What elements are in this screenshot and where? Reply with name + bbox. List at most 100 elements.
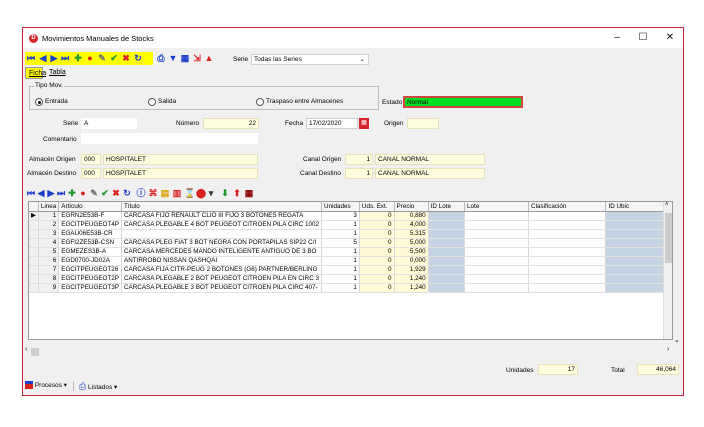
radio-salida[interactable] — [148, 98, 156, 106]
table-row[interactable]: 9 EGCITPEUGEOT3P CARCASA PLEGABLE 3 BOT PE… — [29, 283, 672, 293]
cell-titulo[interactable]: ANTIRROBO NISSAN QASHQAI — [121, 256, 323, 266]
row-indicator[interactable] — [29, 265, 39, 275]
cell-uds-ext[interactable]: 0 — [359, 229, 395, 239]
col-header-linea[interactable]: Linea — [38, 202, 60, 212]
grid-prev-icon[interactable]: ◀ — [36, 188, 46, 198]
cancel-icon[interactable]: ✖ — [121, 53, 131, 63]
cell-titulo[interactable]: CARCASA FIJO RENAULT CLIO III FIJO 3 BOT… — [121, 211, 323, 221]
cell-clasificacion[interactable] — [528, 274, 607, 284]
cell-lote[interactable] — [464, 274, 530, 284]
col-header-titulo[interactable]: Título — [121, 202, 323, 212]
cell-precio[interactable]: 1,929 — [394, 265, 429, 275]
cell-id-ubic[interactable] — [605, 274, 672, 284]
cell-precio[interactable]: 1,240 — [394, 274, 429, 284]
cell-linea[interactable]: 9 — [38, 283, 60, 293]
cell-linea[interactable]: 4 — [38, 238, 60, 248]
grid-next-icon[interactable]: ▶ — [46, 188, 56, 198]
barcode-icon[interactable]: ▤ — [160, 188, 170, 198]
table-row[interactable]: 6 EGD0700-JD02A ANTIRROBO NISSAN QASHQAI 1 0… — [29, 256, 672, 266]
cell-unidades[interactable]: 1 — [321, 229, 360, 239]
cell-lote[interactable] — [464, 247, 530, 257]
row-indicator[interactable] — [29, 247, 39, 257]
grid-refresh-icon[interactable]: ↻ — [122, 188, 132, 198]
lock-icon[interactable]: ▲ — [204, 53, 214, 63]
grid-cancel-icon[interactable]: ✖ — [111, 188, 121, 198]
radio-traspaso[interactable] — [256, 98, 264, 106]
row-indicator[interactable] — [29, 238, 39, 248]
cell-clasificacion[interactable] — [528, 229, 607, 239]
next-record-icon[interactable]: ▶ — [49, 53, 59, 63]
last-record-icon[interactable]: ⏭ — [60, 53, 70, 63]
cell-lote[interactable] — [464, 220, 530, 230]
cell-uds-ext[interactable]: 0 — [359, 265, 395, 275]
cell-titulo[interactable]: CARCASA PLEGABLE 3 BOT PEUGEOT CITROEN P… — [121, 283, 323, 293]
serie-field[interactable]: A — [81, 118, 137, 129]
cell-linea[interactable]: 3 — [38, 229, 60, 239]
cell-uds-ext[interactable]: 0 — [359, 211, 395, 221]
cell-precio[interactable]: 1,240 — [394, 283, 429, 293]
hourglass-icon[interactable]: ⌛ — [184, 188, 195, 198]
cell-lote[interactable] — [464, 229, 530, 239]
col-header-articulo[interactable]: Artículo — [58, 202, 122, 212]
cell-precio[interactable]: 0,000 — [394, 256, 429, 266]
cell-articulo[interactable]: EGMEZES3B-A — [58, 247, 122, 257]
filter-icon[interactable]: ▼ — [168, 53, 178, 63]
delete-record-icon[interactable]: ● — [85, 53, 95, 63]
procesos-button[interactable]: Procesos ▾ — [25, 379, 67, 393]
table-row[interactable]: ▶ 1 EGRN2E53B-F CARCASA FIJO RENAULT CLIO I… — [29, 211, 672, 221]
table-row[interactable]: 3 EGAU06E53B-CR 1 0 5,315 — [29, 229, 672, 239]
cell-linea[interactable]: 7 — [38, 265, 60, 275]
almacen-destino-code[interactable]: 000 — [81, 168, 101, 179]
cell-uds-ext[interactable]: 0 — [359, 274, 395, 284]
scroll-thumb[interactable] — [665, 213, 672, 263]
cell-clasificacion[interactable] — [528, 211, 607, 221]
cell-linea[interactable]: 6 — [38, 256, 60, 266]
cell-articulo[interactable]: EGCITPEUGEOT4P — [58, 220, 122, 230]
cell-id-ubic[interactable] — [605, 229, 672, 239]
cell-linea[interactable]: 8 — [38, 274, 60, 284]
scroll-left-icon[interactable]: ‹ — [25, 346, 27, 353]
cell-id-lote[interactable] — [428, 220, 465, 230]
cell-articulo[interactable]: EGAU06E53B-CR — [58, 229, 122, 239]
grid-confirm-icon[interactable]: ✔ — [100, 188, 110, 198]
cell-titulo[interactable]: CARCASA PLEGABLE 2 BOT PEUGEOT CITROEN P… — [121, 274, 323, 284]
grid-add-icon[interactable]: ✚ — [67, 188, 77, 198]
cell-articulo[interactable]: EGRN2E53B-F — [58, 211, 122, 221]
row-indicator[interactable] — [29, 220, 39, 230]
table-row[interactable]: 7 EGCITPEUGEOT26 CARCASA FIJA CITR-PEUG 2 … — [29, 265, 672, 275]
cell-unidades[interactable]: 5 — [321, 238, 360, 248]
cell-clasificacion[interactable] — [528, 256, 607, 266]
canal-destino-code[interactable]: 1 — [345, 168, 373, 179]
cell-lote[interactable] — [464, 256, 530, 266]
cell-unidades[interactable]: 1 — [321, 274, 360, 284]
cell-clasificacion[interactable] — [528, 283, 607, 293]
cell-id-ubic[interactable] — [605, 238, 672, 248]
calendar-icon[interactable]: ▦ — [180, 53, 190, 63]
edit-record-icon[interactable]: ✎ — [97, 53, 107, 63]
canal-origen-code[interactable]: 1 — [345, 154, 373, 165]
cell-id-ubic[interactable] — [605, 265, 672, 275]
grid-settings-icon[interactable]: ▥ — [172, 188, 182, 198]
cell-id-ubic[interactable] — [605, 256, 672, 266]
table-row[interactable]: 5 EGMEZES3B-A CARCASA MERCEDES MANDO INTEL… — [29, 247, 672, 257]
cell-precio[interactable]: 5,315 — [394, 229, 429, 239]
row-indicator[interactable] — [29, 229, 39, 239]
cell-titulo[interactable]: CARCASA MERCEDES MANDO INTELIGENTE ANTIG… — [121, 247, 323, 257]
cell-linea[interactable]: 1 — [38, 211, 60, 221]
import-icon[interactable]: ⬆ — [232, 188, 242, 198]
cell-id-lote[interactable] — [428, 238, 465, 248]
cell-uds-ext[interactable]: 0 — [359, 256, 395, 266]
first-record-icon[interactable]: ⏮ — [26, 53, 36, 63]
lines-grid[interactable]: Linea Artículo Título Unidades Uds. Ext.… — [28, 201, 673, 340]
cell-articulo[interactable]: EGCITPEUGEOT2P — [58, 274, 122, 284]
cell-articulo[interactable]: EGD0700-JD02A — [58, 256, 122, 266]
cell-id-ubic[interactable] — [605, 247, 672, 257]
grid-delete-icon[interactable]: ● — [78, 188, 88, 198]
cell-lote[interactable] — [464, 283, 530, 293]
cell-articulo[interactable]: EGFI2ZE53B-CSN — [58, 238, 122, 248]
cell-titulo[interactable]: CARCASA PLEG FIAT 3 BOT NEGRA CON PORTAP… — [121, 238, 323, 248]
previous-record-icon[interactable]: ◀ — [38, 53, 48, 63]
cell-linea[interactable]: 5 — [38, 247, 60, 257]
col-header-uds-ext[interactable]: Uds. Ext. — [359, 202, 395, 212]
cell-linea[interactable]: 2 — [38, 220, 60, 230]
